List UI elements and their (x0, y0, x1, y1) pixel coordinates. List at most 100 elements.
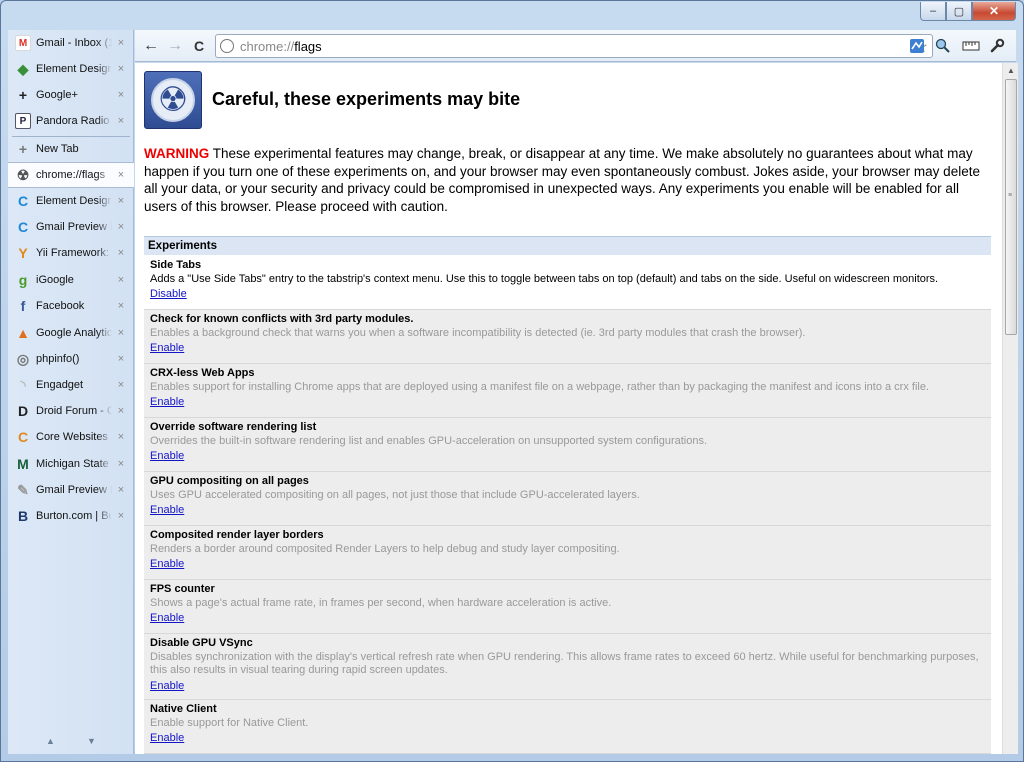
tab-item[interactable]: + Google+ × (8, 82, 134, 108)
core-icon: C (17, 429, 29, 445)
disable-experiment-link[interactable]: Disable (150, 288, 187, 302)
tab-item[interactable]: ☢ chrome://flags × (8, 162, 134, 188)
experiment-name: GPU compositing on all pages (150, 475, 309, 487)
tab-item[interactable]: + New Tab (8, 136, 134, 162)
minimize-button[interactable]: – (920, 2, 946, 21)
scroll-thumb[interactable] (1005, 79, 1017, 335)
tab-close-icon[interactable]: × (116, 431, 126, 443)
tab-item[interactable]: B Burton.com | Bu × (8, 503, 134, 529)
experiment-name: Disable GPU VSync (150, 637, 253, 649)
flags-logo: ☢ (144, 71, 202, 129)
experiment-name: Override software rendering list (150, 421, 317, 433)
experiment-description: Uses GPU accelerated compositing on all … (150, 488, 640, 501)
experiment-name: Composited render layer borders (150, 529, 324, 541)
experiment-description: Enable support for Native Client. (150, 716, 309, 729)
igoogle-icon: g (18, 272, 28, 288)
experiment-description: Shows a page's actual frame rate, in fra… (150, 596, 612, 609)
tab-close-icon[interactable]: × (116, 247, 126, 259)
tab-item[interactable]: C Element Design × (8, 188, 134, 214)
experiments-header: Experiments (144, 236, 991, 255)
tab-close-icon[interactable]: × (116, 405, 126, 417)
tab-close-icon[interactable]: × (116, 379, 126, 391)
tab-item[interactable]: ▲ Google Analytic × (8, 320, 134, 346)
address-bar[interactable]: chrome://flags ☆ (215, 34, 933, 58)
radiation-icon: ☢ (157, 81, 189, 119)
page-title: Careful, these experiments may bite (212, 89, 521, 109)
experiment-row: FPS counter Shows a page's actual frame r… (144, 580, 991, 634)
experiment-name: Native Client (150, 703, 217, 715)
tab-item[interactable]: ◎ phpinfo() × (8, 346, 134, 372)
warning-text: These experimental features may change, … (144, 146, 980, 214)
tab-title: Burton.com | Bu (36, 510, 112, 522)
tab-item[interactable]: f Facebook × (8, 293, 134, 319)
tab-close-icon[interactable]: × (116, 327, 126, 339)
enable-experiment-link[interactable]: Enable (150, 504, 184, 518)
close-window-button[interactable]: ✕ (972, 2, 1016, 21)
reload-button[interactable]: C (189, 36, 209, 56)
extension-map-icon[interactable] (907, 36, 927, 56)
experiment-row: CRX-less Web Apps Enables support for ins… (144, 364, 991, 418)
tab-title: Gmail - Inbox (1 (36, 37, 112, 49)
tab-close-icon[interactable]: × (116, 63, 126, 75)
enable-experiment-link[interactable]: Enable (150, 612, 184, 626)
tab-title: phpinfo() (36, 353, 80, 365)
tab-close-icon[interactable]: × (116, 221, 126, 233)
maximize-button[interactable]: ▢ (946, 2, 972, 21)
enable-experiment-link[interactable]: Enable (150, 732, 184, 746)
page-info-icon[interactable] (220, 39, 234, 53)
experiment-name: CRX-less Web Apps (150, 367, 255, 379)
tab-title: Google Analytic (36, 327, 112, 339)
scroll-down-icon[interactable]: ▼ (87, 736, 96, 746)
warning-label: WARNING (144, 146, 210, 161)
tab-item[interactable]: D Droid Forum - C × (8, 398, 134, 424)
tab-item[interactable]: g iGoogle × (8, 267, 134, 293)
pandora-icon: P (15, 113, 31, 129)
tab-close-icon[interactable]: × (116, 458, 126, 470)
tab-title: Element Design (36, 63, 112, 75)
experiment-description: Enables support for installing Chrome ap… (150, 380, 930, 393)
tab-close-icon[interactable]: × (116, 274, 126, 286)
extension-ruler-icon[interactable] (961, 36, 981, 56)
extension-search-icon[interactable] (933, 36, 953, 56)
experiment-name: Check for known conflicts with 3rd party… (150, 313, 414, 325)
tab-item[interactable]: C Gmail Preview P × (8, 214, 134, 240)
tab-item[interactable]: Y Yii Framework: E × (8, 240, 134, 266)
url-scheme: chrome:// (240, 38, 295, 54)
scroll-up-icon[interactable]: ▲ (46, 736, 55, 746)
tab-close-icon[interactable]: × (116, 169, 126, 181)
experiment-row: Override software rendering list Override… (144, 418, 991, 472)
back-button[interactable]: ← (141, 36, 161, 56)
tab-close-icon[interactable]: × (116, 37, 126, 49)
enable-experiment-link[interactable]: Enable (150, 680, 184, 694)
tab-close-icon[interactable]: × (116, 510, 126, 522)
tab-item[interactable]: P Pandora Radio - × (8, 108, 134, 134)
tab-title: Droid Forum - C (36, 405, 112, 417)
enable-experiment-link[interactable]: Enable (150, 396, 184, 410)
warning-message: WARNING These experimental features may … (144, 145, 994, 215)
tab-close-icon[interactable]: × (116, 353, 126, 365)
tab-item[interactable]: C Core Websites × (8, 424, 134, 450)
tab-item[interactable]: ◆ Element Design × (8, 56, 134, 82)
caption-buttons: – ▢ ✕ (920, 2, 1016, 22)
page-content: ☢ Careful, these experiments may bite WA… (135, 63, 1002, 754)
tab-close-icon[interactable]: × (116, 484, 126, 496)
feather-icon: ✎ (17, 481, 29, 498)
tab-item[interactable]: ✎ Gmail Preview P × (8, 477, 134, 503)
tab-close-icon[interactable]: × (116, 195, 126, 207)
tab-item[interactable]: ◝ Engadget × (8, 372, 134, 398)
experiment-row: Check for known conflicts with 3rd party… (144, 310, 991, 364)
forward-button[interactable]: → (165, 36, 185, 56)
experiment-description: Adds a "Use Side Tabs" entry to the tabs… (150, 272, 939, 285)
scroll-up-arrow-icon[interactable]: ▲ (1003, 63, 1019, 79)
wrench-menu-icon[interactable] (987, 36, 1007, 56)
element-design-icon: C (17, 193, 29, 209)
enable-experiment-link[interactable]: Enable (150, 450, 184, 464)
tab-item[interactable]: M Michigan State I × (8, 451, 134, 477)
tab-close-icon[interactable]: × (116, 115, 126, 127)
page-scrollbar[interactable]: ▲ ≡ (1002, 63, 1018, 754)
tab-item[interactable]: M Gmail - Inbox (1 × (8, 30, 134, 56)
tab-close-icon[interactable]: × (116, 300, 126, 312)
enable-experiment-link[interactable]: Enable (150, 558, 184, 572)
tab-close-icon[interactable]: × (116, 89, 126, 101)
enable-experiment-link[interactable]: Enable (150, 342, 184, 356)
